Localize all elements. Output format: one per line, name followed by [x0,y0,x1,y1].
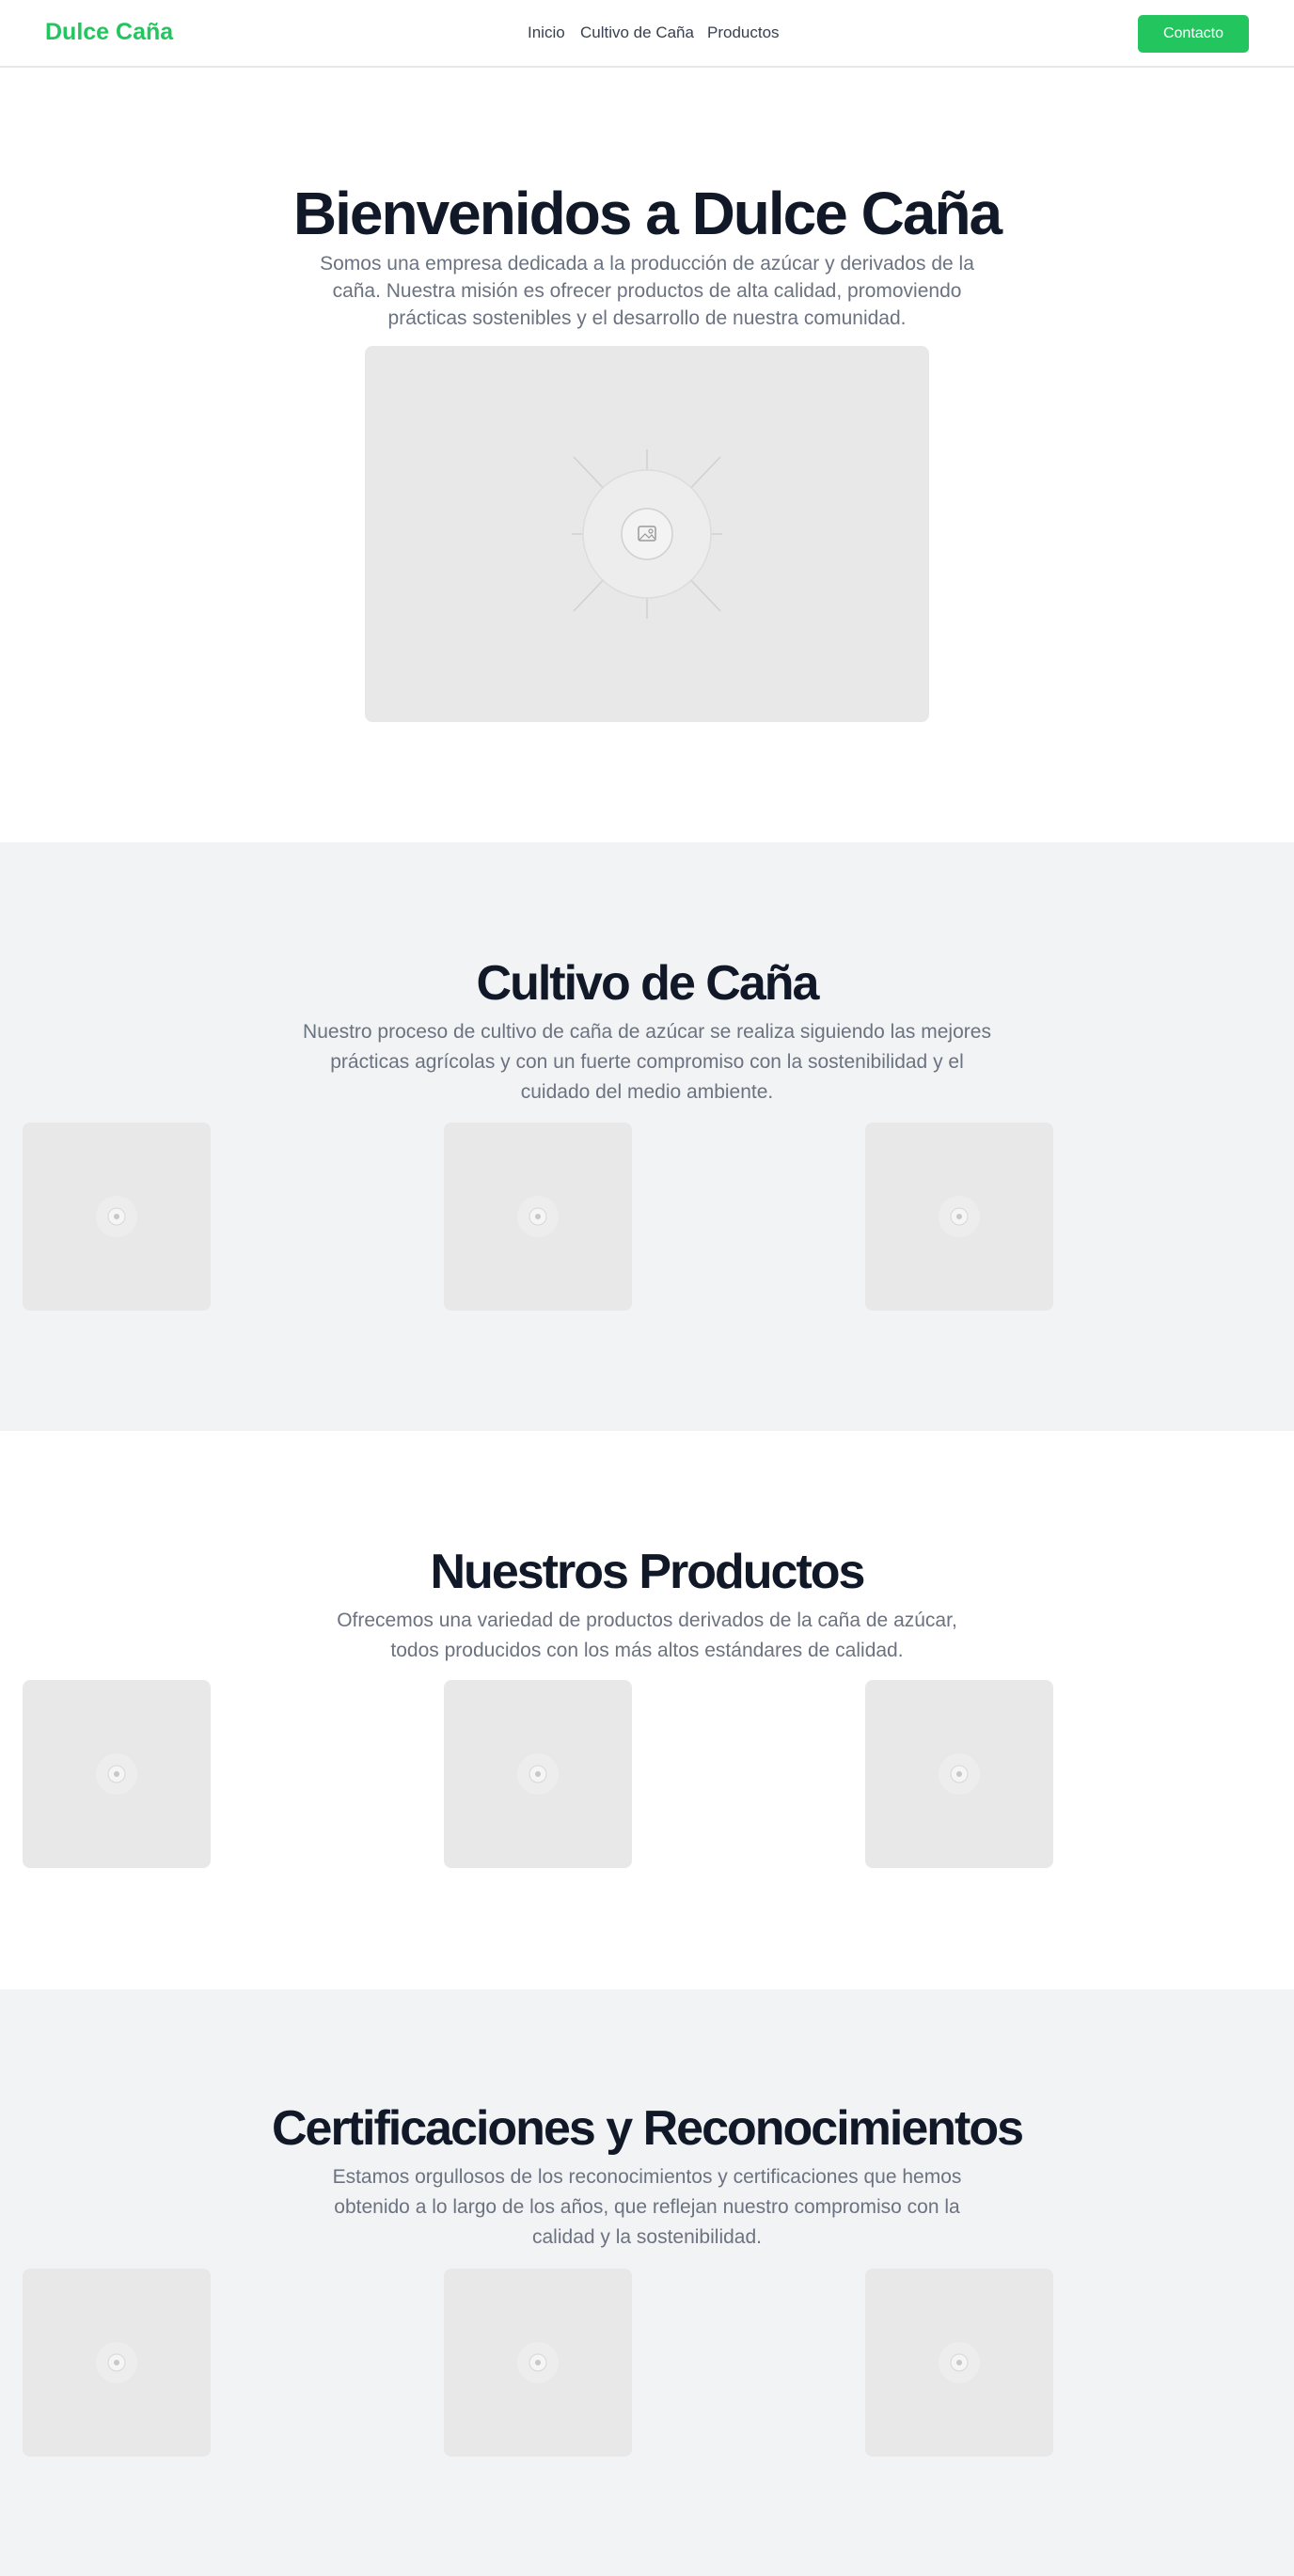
nav-link-productos[interactable]: Productos [707,24,780,42]
cultivo-card-2 [444,1123,632,1311]
certificacion-card-3 [865,2269,1053,2457]
image-placeholder-icon [517,1753,559,1795]
producto-card-2 [444,1680,632,1868]
certificaciones-description: Estamos orgullosos de los reconocimiento… [332,2166,962,2248]
productos-description: Ofrecemos una variedad de productos deri… [337,1610,957,1661]
cultivo-card-3 [865,1123,1053,1311]
image-placeholder-icon [939,2342,980,2383]
image-placeholder-icon [572,449,722,619]
hero-image [365,346,929,722]
nav-link-inicio[interactable]: Inicio [528,24,565,42]
image-placeholder-icon [96,1196,137,1237]
contact-button[interactable]: Contacto [1138,15,1249,53]
image-placeholder-icon [939,1753,980,1795]
producto-card-3 [865,1680,1053,1868]
certificacion-card-1 [23,2269,211,2457]
site-header: Dulce Caña Inicio Cultivo de Caña Produc… [0,0,1294,68]
cultivo-description: Nuestro proceso de cultivo de caña de az… [303,1021,991,1103]
certificacion-card-2 [444,2269,632,2457]
cultivo-title: Cultivo de Caña [476,956,820,1011]
brand-logo[interactable]: Dulce Caña [45,19,173,46]
image-placeholder-icon [96,1753,137,1795]
producto-card-1 [23,1680,211,1868]
cultivo-card-1 [23,1123,211,1311]
nav-link-cultivo[interactable]: Cultivo de Caña [580,24,694,42]
image-placeholder-icon [96,2342,137,2383]
image-placeholder-icon [939,1196,980,1237]
certificaciones-title: Certificaciones y Reconocimientos [271,2101,1024,2156]
productos-title: Nuestros Productos [430,1545,866,1599]
hero-description: Somos una empresa dedicada a la producci… [320,253,974,329]
image-placeholder-icon [517,2342,559,2383]
image-placeholder-icon [517,1196,559,1237]
hero-title: Bienvenidos a Dulce Caña [292,180,1002,247]
